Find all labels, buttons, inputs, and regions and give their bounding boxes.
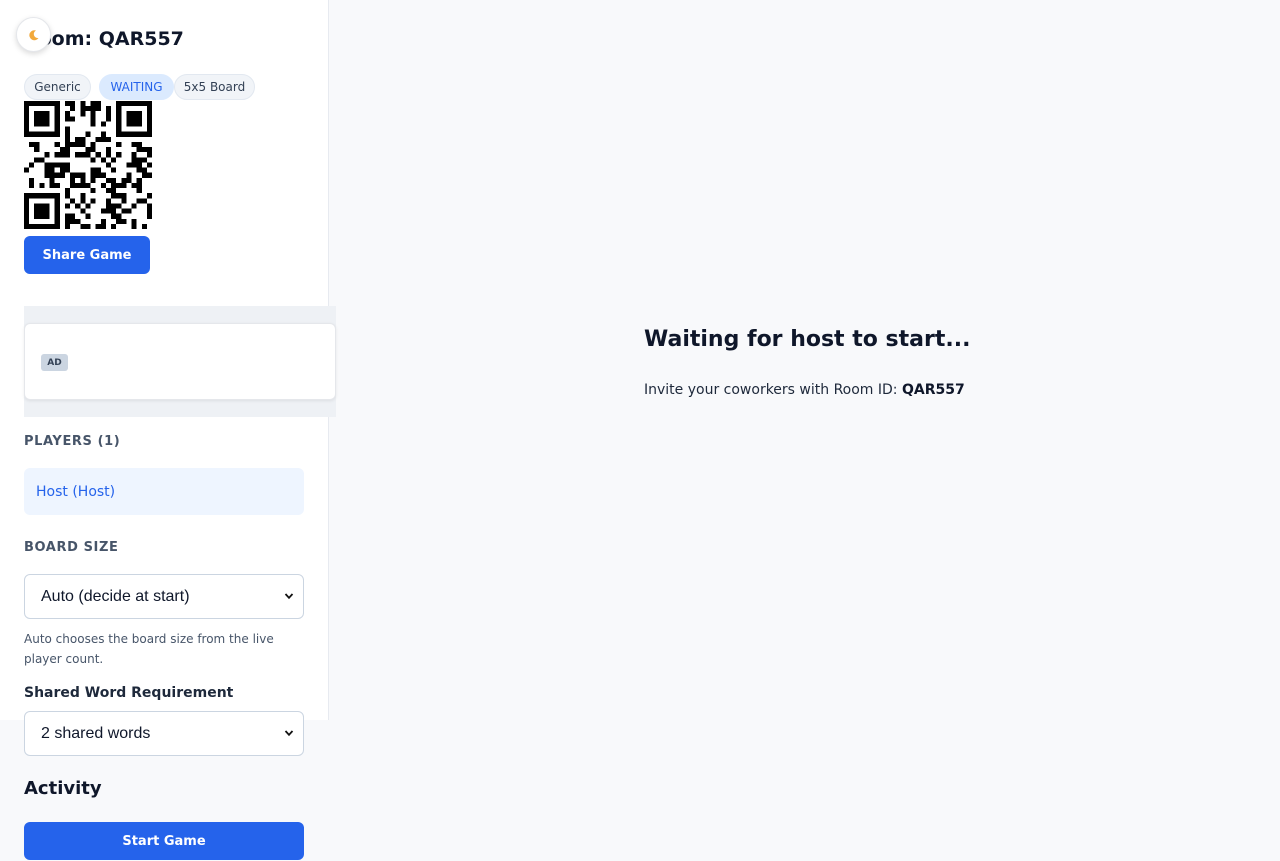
waiting-title: Waiting for host to start...	[644, 327, 971, 352]
share-game-button[interactable]: Share Game	[24, 236, 150, 274]
activity-heading: Activity	[24, 778, 102, 799]
ad-badge: AD	[41, 354, 68, 371]
board-size-selected-value: Auto (decide at start)	[41, 587, 190, 605]
category-tag: Generic	[24, 74, 91, 100]
ad-card: AD	[24, 323, 336, 400]
invite-text: Invite your coworkers with Room ID:	[644, 382, 902, 398]
status-badge: WAITING	[99, 74, 174, 100]
board-size-select[interactable]: Auto (decide at start)	[24, 574, 304, 619]
player-list-item: Host (Host)	[24, 468, 304, 515]
board-size-hint: Auto chooses the board size from the liv…	[24, 632, 274, 666]
room-id: QAR557	[901, 382, 965, 398]
chevron-down-icon	[284, 730, 294, 737]
shared-words-selected-value: 2 shared words	[41, 724, 151, 742]
chevron-down-icon	[284, 593, 294, 600]
shared-words-heading: Shared Word Requirement	[24, 685, 234, 701]
invite-message: Invite your coworkers with Room ID: QAR5…	[644, 382, 965, 398]
board-size-tag: 5x5 Board	[174, 74, 255, 100]
start-game-button[interactable]: Start Game	[24, 822, 304, 860]
board-size-heading: BOARD SIZE	[24, 540, 119, 555]
players-heading: PLAYERS (1)	[24, 434, 121, 449]
moon-icon	[28, 29, 38, 40]
shared-words-select[interactable]: 2 shared words	[24, 711, 304, 756]
theme-toggle-button[interactable]	[16, 17, 51, 52]
qr-code	[24, 101, 152, 229]
